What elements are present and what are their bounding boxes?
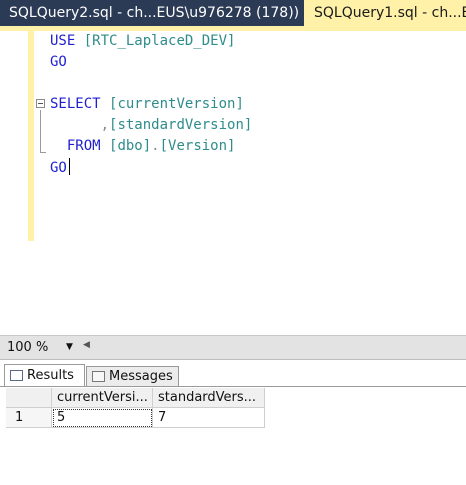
column-header-standard-version[interactable]: standardVers... xyxy=(153,388,265,408)
text-caret xyxy=(69,158,70,175)
cell-current-version[interactable]: 5 xyxy=(52,408,153,428)
tab-messages[interactable]: Messages xyxy=(86,366,179,386)
identifier-standard-version: [standardVersion] xyxy=(109,117,253,133)
tab-sqlquery2[interactable]: SQLQuery2.sql - ch...EUS\u976278 (178)) xyxy=(0,0,303,26)
operator-comma: , xyxy=(100,117,110,133)
zoom-bar: 100 % ▼ ◀ xyxy=(0,335,466,359)
tab-results-label: Results xyxy=(27,368,74,383)
dropdown-arrow-icon[interactable]: ▼ xyxy=(66,338,73,357)
zoom-dropdown[interactable]: 100 % ▼ xyxy=(4,338,78,357)
collapse-region-icon[interactable] xyxy=(36,99,45,108)
code-line-1: USE [RTC_LaplaceD_DEV] xyxy=(50,31,235,51)
grid-corner[interactable] xyxy=(6,388,52,408)
code-line-5: ,[standardVersion] xyxy=(50,115,253,135)
results-tab-divider xyxy=(0,386,466,387)
outline-guide xyxy=(40,110,41,152)
keyword-use: USE xyxy=(50,33,76,49)
code-line-4: SELECT [currentVersion] xyxy=(50,94,244,114)
operator-dot: . xyxy=(151,138,160,154)
keyword-from: FROM xyxy=(66,138,101,154)
identifier-current-version: [currentVersion] xyxy=(109,96,244,112)
tab-results[interactable]: Results xyxy=(4,364,85,387)
change-margin xyxy=(28,31,34,241)
results-pane: Results Messages currentVersi... standar… xyxy=(0,359,466,485)
keyword-go-2: GO xyxy=(50,160,67,176)
messages-icon xyxy=(92,371,105,382)
keyword-go: GO xyxy=(50,54,67,70)
code-line-2: GO xyxy=(50,52,67,72)
identifier-database: [RTC_LaplaceD_DEV] xyxy=(83,33,236,49)
document-tab-strip: SQLQuery2.sql - ch...EUS\u976278 (178)) … xyxy=(0,0,466,26)
outline-guide-end xyxy=(40,152,46,153)
code-line-6: FROM [dbo].[Version] xyxy=(50,136,236,156)
scroll-left-icon[interactable]: ◀ xyxy=(83,340,90,350)
code-line-7: GO xyxy=(50,158,67,178)
identifier-schema: [dbo] xyxy=(109,138,152,154)
zoom-value: 100 % xyxy=(7,340,49,355)
grid-icon xyxy=(10,370,23,381)
tab-sqlquery1[interactable]: SQLQuery1.sql - ch...EUS\u976278 (52)) xyxy=(304,0,466,26)
keyword-select: SELECT xyxy=(50,96,101,112)
query-editor[interactable]: USE [RTC_LaplaceD_DEV] GO SELECT [curren… xyxy=(0,31,466,335)
row-number[interactable]: 1 xyxy=(6,408,52,428)
tab-messages-label: Messages xyxy=(109,369,173,384)
cell-standard-version[interactable]: 7 xyxy=(153,408,265,428)
identifier-table: [Version] xyxy=(159,138,236,154)
column-header-current-version[interactable]: currentVersi... xyxy=(52,388,153,408)
